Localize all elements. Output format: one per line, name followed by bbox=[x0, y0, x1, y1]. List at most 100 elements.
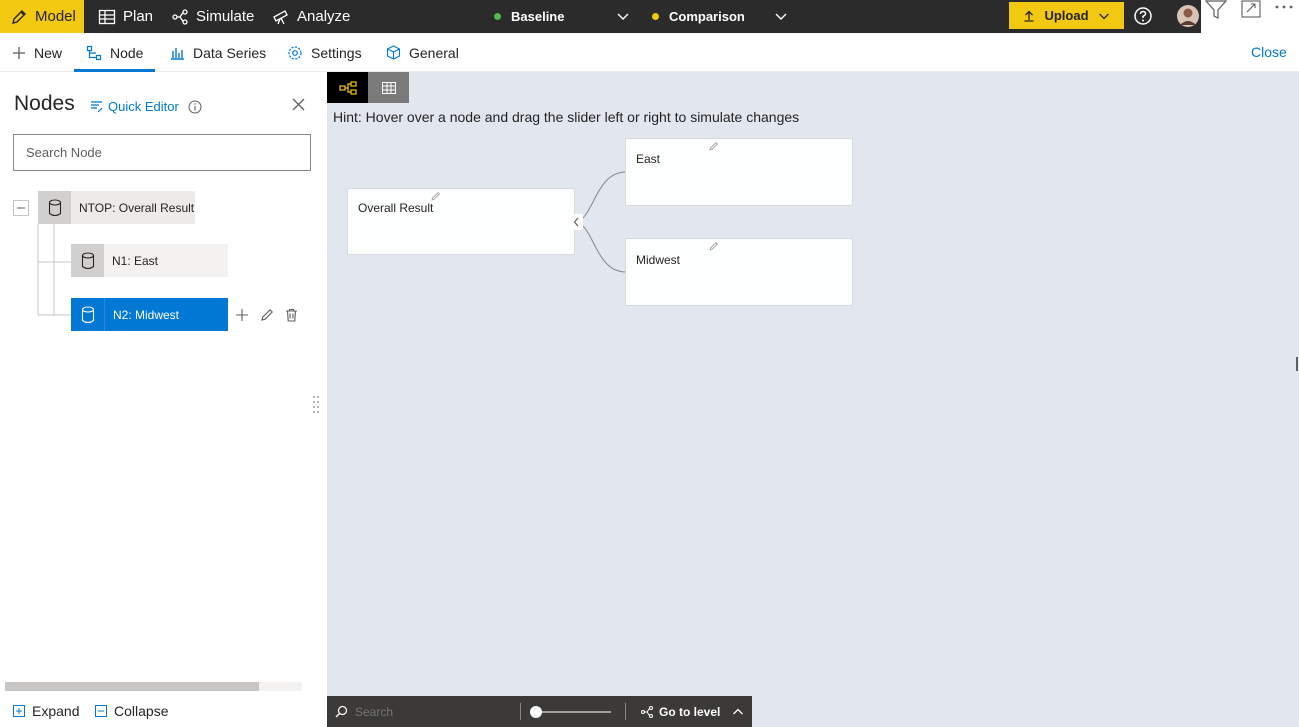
baseline-chevron-down-icon[interactable] bbox=[616, 9, 630, 23]
database-icon bbox=[71, 244, 104, 277]
close-link[interactable]: Close bbox=[1251, 44, 1287, 60]
zoom-slider-thumb[interactable] bbox=[530, 706, 542, 718]
grid-icon bbox=[381, 81, 396, 94]
close-panel-icon[interactable] bbox=[292, 98, 305, 111]
zoom-slider[interactable] bbox=[530, 706, 611, 718]
node-card-midwest[interactable]: Midwest bbox=[625, 238, 853, 306]
upload-chevron-down-icon[interactable] bbox=[1098, 10, 1110, 22]
decomposition-tree-icon bbox=[338, 80, 357, 95]
quick-editor-label: Quick Editor bbox=[108, 99, 179, 114]
database-icon bbox=[38, 191, 71, 224]
tree-node-label: NTOP: Overall Result bbox=[71, 191, 195, 224]
tree-view-button[interactable] bbox=[327, 72, 368, 103]
tab-data-series-label: Data Series bbox=[193, 44, 267, 61]
collapse-label: Collapse bbox=[114, 703, 169, 719]
bar-chart-icon bbox=[170, 46, 185, 60]
nav-analyze[interactable]: Analyze bbox=[262, 0, 360, 33]
nav-model-label: Model bbox=[35, 8, 76, 25]
comparison-chevron-down-icon[interactable] bbox=[774, 9, 788, 23]
node-card-label: Midwest bbox=[636, 253, 681, 267]
baseline-label: Baseline bbox=[511, 9, 565, 24]
node-card-east[interactable]: East bbox=[625, 138, 853, 206]
upload-button[interactable]: Upload bbox=[1009, 2, 1124, 29]
branch-icon bbox=[171, 8, 189, 26]
nav-simulate[interactable]: Simulate bbox=[161, 0, 264, 33]
node-card-label: East bbox=[636, 152, 661, 166]
nav-plan[interactable]: Plan bbox=[88, 0, 163, 33]
search-icon bbox=[335, 705, 348, 718]
collapse-children-chevron-icon[interactable] bbox=[570, 214, 583, 230]
delete-node-icon[interactable] bbox=[285, 308, 298, 322]
search-node-input[interactable] bbox=[13, 134, 311, 171]
filter-icon[interactable] bbox=[1204, 0, 1228, 20]
nav-model[interactable]: Model bbox=[0, 0, 84, 33]
tab-data-series[interactable]: Data Series bbox=[170, 33, 266, 72]
expand-label: Expand bbox=[32, 703, 80, 719]
table-icon bbox=[98, 9, 116, 25]
node-card-overall-result[interactable]: Overall Result bbox=[347, 188, 575, 255]
go-to-level-label: Go to level bbox=[659, 704, 721, 719]
panel-title: Nodes bbox=[14, 92, 75, 115]
tree-node-east[interactable]: N1: East bbox=[71, 244, 228, 277]
edit-pencil-icon[interactable] bbox=[709, 141, 719, 151]
sub-toolbar: New Node Data Series Settings General Cl… bbox=[0, 33, 1299, 72]
quick-editor-link[interactable]: Quick Editor bbox=[90, 99, 202, 114]
user-avatar[interactable] bbox=[1177, 4, 1199, 28]
edit-pencil-icon[interactable] bbox=[431, 191, 441, 201]
level-tree-icon bbox=[641, 705, 653, 718]
comparison-status-dot bbox=[652, 13, 659, 20]
bottom-bar: Go to level bbox=[327, 696, 752, 727]
help-icon[interactable] bbox=[1133, 6, 1153, 26]
nodes-panel: Nodes Quick Editor NTOP: Overall Result … bbox=[0, 72, 327, 727]
upload-icon bbox=[1023, 10, 1035, 22]
database-icon bbox=[71, 298, 104, 331]
more-options-icon[interactable] bbox=[1274, 0, 1294, 14]
tab-new[interactable]: New bbox=[12, 33, 62, 72]
tree-canvas[interactable]: Hint: Hover over a node and drag the sli… bbox=[327, 72, 1299, 727]
expand-button[interactable]: Expand bbox=[13, 703, 79, 719]
divider bbox=[520, 703, 521, 720]
nav-plan-label: Plan bbox=[123, 8, 154, 25]
gear-icon bbox=[287, 45, 303, 61]
tab-node-label: Node bbox=[110, 44, 144, 61]
expand-icon bbox=[13, 705, 25, 717]
tab-settings[interactable]: Settings bbox=[287, 33, 362, 72]
info-icon[interactable] bbox=[188, 100, 202, 114]
edit-pencil-icon[interactable] bbox=[709, 241, 719, 251]
telescope-icon bbox=[272, 8, 290, 26]
comparison-label: Comparison bbox=[669, 9, 745, 24]
tree-node-ntop[interactable]: NTOP: Overall Result bbox=[38, 191, 195, 224]
grid-view-button[interactable] bbox=[368, 72, 409, 103]
top-bar: Model Plan Simulate Analyze Baseline Com… bbox=[0, 0, 1299, 33]
cube-icon bbox=[386, 45, 401, 60]
tree-node-midwest[interactable]: N2: Midwest bbox=[71, 298, 228, 331]
collapse-icon bbox=[95, 705, 107, 717]
pencil-icon bbox=[10, 8, 28, 26]
tree-node-label: N1: East bbox=[104, 244, 228, 277]
add-child-icon[interactable] bbox=[235, 308, 249, 322]
tab-general[interactable]: General bbox=[386, 33, 459, 72]
baseline-status-dot bbox=[494, 13, 501, 20]
quick-editor-icon bbox=[90, 100, 103, 113]
baseline-selector[interactable]: Baseline bbox=[494, 0, 564, 33]
visual-header-toolbar bbox=[1201, 0, 1299, 33]
tab-settings-label: Settings bbox=[311, 44, 362, 61]
bottom-search-input[interactable] bbox=[355, 702, 515, 722]
resize-grip-icon[interactable] bbox=[312, 395, 320, 413]
collapse-button[interactable]: Collapse bbox=[95, 703, 168, 719]
tree-node-label: N2: Midwest bbox=[104, 298, 228, 331]
divider bbox=[625, 703, 626, 720]
edit-node-icon[interactable] bbox=[260, 308, 274, 322]
hierarchy-icon bbox=[86, 45, 102, 61]
scrollbar-thumb[interactable] bbox=[5, 682, 259, 691]
tab-node[interactable]: Node bbox=[73, 33, 157, 72]
horizontal-scrollbar[interactable] bbox=[5, 682, 302, 691]
go-to-level-button[interactable]: Go to level bbox=[641, 696, 744, 727]
nav-simulate-label: Simulate bbox=[196, 8, 255, 25]
node-card-label: Overall Result bbox=[358, 201, 434, 215]
collapse-node-toggle-icon[interactable] bbox=[13, 200, 29, 216]
focus-mode-icon[interactable] bbox=[1241, 0, 1261, 18]
tab-general-label: General bbox=[409, 44, 459, 61]
tab-new-label: New bbox=[34, 44, 63, 61]
comparison-selector[interactable]: Comparison bbox=[652, 0, 745, 33]
